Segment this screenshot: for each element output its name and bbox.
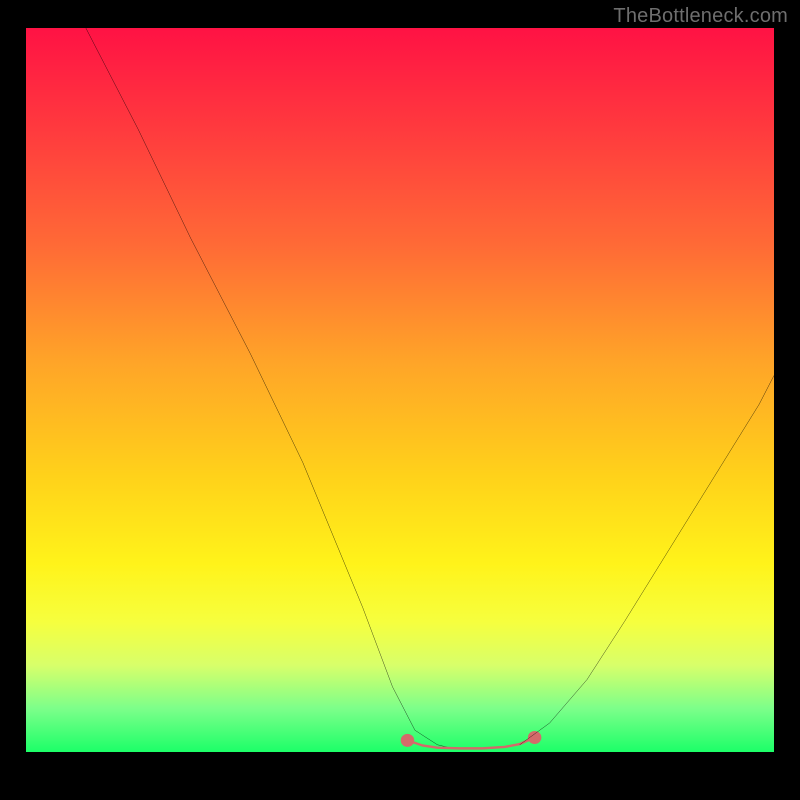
curve-right bbox=[520, 376, 774, 745]
curve-valley bbox=[407, 738, 534, 749]
watermark-text: TheBottleneck.com bbox=[613, 4, 788, 28]
curve-left bbox=[86, 28, 453, 748]
plot-area bbox=[26, 28, 774, 752]
valley-start-dot bbox=[401, 734, 414, 747]
curves-svg bbox=[26, 28, 774, 752]
chart-stage: TheBottleneck.com bbox=[0, 0, 800, 800]
